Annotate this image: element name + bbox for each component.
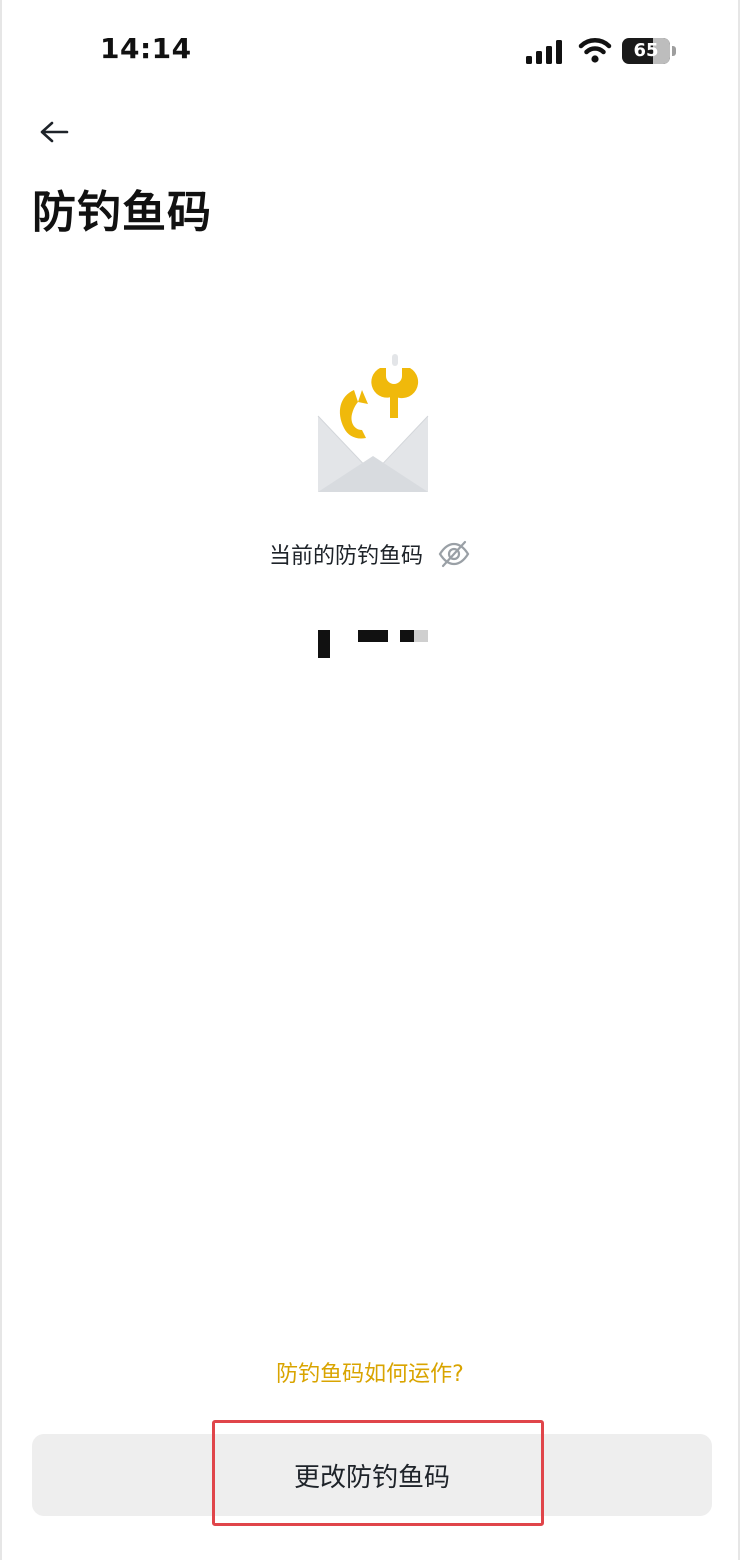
status-bar: 14:14 65	[0, 0, 740, 100]
wifi-icon	[578, 38, 612, 63]
mask-block	[400, 630, 414, 642]
envelope-fishhook-icon	[317, 354, 429, 492]
current-code-label: 当前的防钓鱼码	[268, 544, 423, 569]
mask-block	[358, 630, 388, 642]
battery-icon: 65	[622, 38, 676, 64]
change-button-label: 更改防钓鱼码	[293, 1462, 450, 1493]
masked-code-value	[314, 626, 434, 662]
change-anti-phishing-code-button[interactable]: 更改防钓鱼码	[32, 1434, 712, 1516]
signal-icon	[526, 40, 562, 64]
arrow-left-icon	[40, 121, 69, 143]
battery-cap	[672, 46, 676, 56]
battery-level: 65	[633, 40, 659, 61]
back-button[interactable]	[28, 108, 80, 156]
mask-block	[318, 630, 330, 658]
mask-block	[414, 630, 428, 642]
eye-off-icon[interactable]	[437, 539, 471, 569]
left-edge-divider	[0, 0, 2, 1560]
how-it-works-link[interactable]: 防钓鱼码如何运作?	[0, 1356, 740, 1388]
current-code-row: 当前的防钓鱼码	[0, 534, 740, 574]
page-title: 防钓鱼码	[32, 187, 212, 238]
status-time: 14:14	[100, 32, 192, 65]
battery-body: 65	[622, 38, 670, 64]
